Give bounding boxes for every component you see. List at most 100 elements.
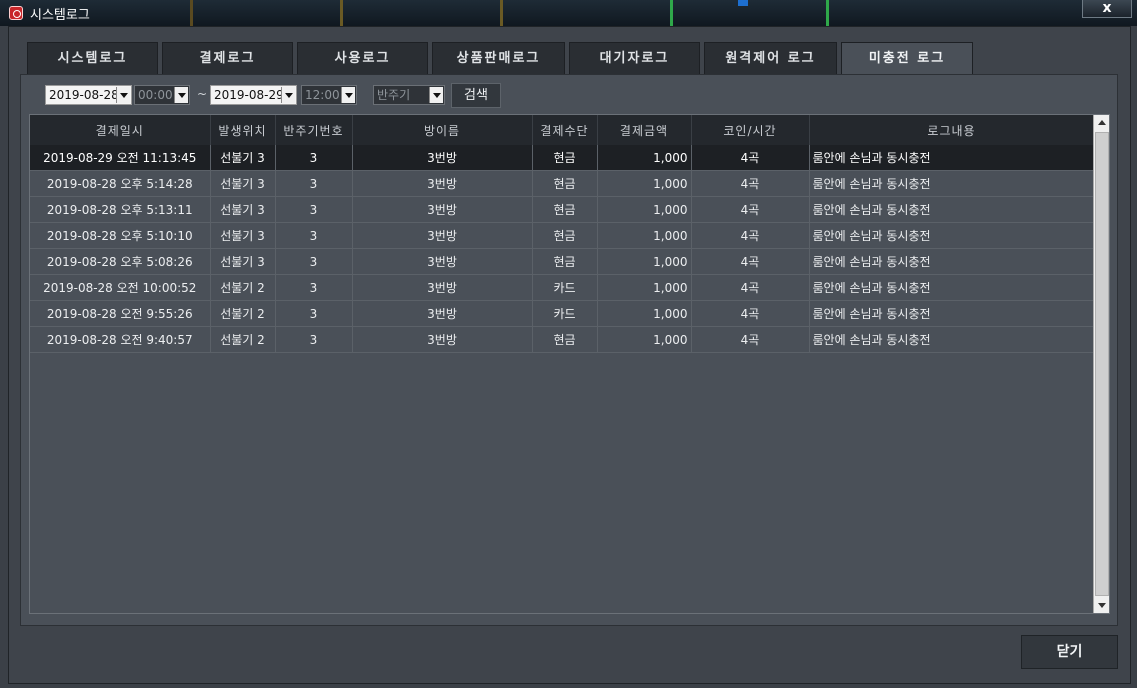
cell-datetime: 2019-08-28 오전 9:40:57 xyxy=(30,326,211,353)
end-time-picker[interactable]: 12:00 xyxy=(301,85,357,105)
tab-remote-control-log[interactable]: 원격제어 로그 xyxy=(704,42,837,74)
background-stripe xyxy=(340,0,343,26)
column-header-coin-time[interactable]: 코인/시간 xyxy=(691,115,810,145)
cell-booth-number: 3 xyxy=(275,274,353,301)
table-row[interactable]: 2019-08-29 오전 11:13:45 선불기 3 3 3번방 현금 1,… xyxy=(30,145,1095,171)
tab-product-sales-log[interactable]: 상품판매로그 xyxy=(432,42,565,74)
search-button[interactable]: 검색 xyxy=(451,83,501,108)
table-row[interactable]: 2019-08-28 오전 9:40:57 선불기 2 3 3번방 현금 1,0… xyxy=(30,326,1095,353)
cell-coin-time: 4곡 xyxy=(691,170,810,197)
start-time-picker[interactable]: 00:00 xyxy=(134,85,190,105)
cell-location: 선불기 2 xyxy=(210,300,276,327)
start-date-value: 2019-08-28 xyxy=(49,88,119,102)
background-stripe xyxy=(190,0,193,26)
start-date-picker[interactable]: 2019-08-28 xyxy=(45,85,132,105)
cell-room-name: 3번방 xyxy=(352,170,533,197)
cell-room-name: 3번방 xyxy=(352,145,533,171)
date-range-separator: ~ xyxy=(197,87,208,101)
table-row[interactable]: 2019-08-28 오후 5:10:10 선불기 3 3 3번방 현금 1,0… xyxy=(30,222,1095,249)
end-date-value: 2019-08-29 xyxy=(214,88,284,102)
cell-log-content: 룸안에 손님과 동시충전 xyxy=(809,196,1095,223)
cell-amount: 1,000 xyxy=(597,326,692,353)
cell-coin-time: 4곡 xyxy=(691,326,810,353)
cell-coin-time: 4곡 xyxy=(691,248,810,275)
cell-log-content: 룸안에 손님과 동시충전 xyxy=(809,274,1095,301)
cell-coin-time: 4곡 xyxy=(691,300,810,327)
scroll-down-icon[interactable] xyxy=(1094,597,1109,613)
background-stripe xyxy=(670,0,673,26)
cell-coin-time: 4곡 xyxy=(691,145,810,171)
cell-datetime: 2019-08-28 오후 5:13:11 xyxy=(30,196,211,223)
background-stripe xyxy=(826,0,829,26)
cell-location: 선불기 3 xyxy=(210,248,276,275)
background-stripe xyxy=(738,0,748,6)
window-close-button[interactable]: x xyxy=(1082,0,1132,18)
close-button[interactable]: 닫기 xyxy=(1021,635,1118,669)
cell-log-content: 룸안에 손님과 동시충전 xyxy=(809,248,1095,275)
chevron-down-icon[interactable] xyxy=(281,87,295,103)
vertical-scrollbar[interactable] xyxy=(1093,115,1109,613)
column-header-amount[interactable]: 결제금액 xyxy=(597,115,692,145)
table-header-row: 결제일시 발생위치 반주기번호 방이름 결제수단 결제금액 코인/시간 로그내용 xyxy=(30,115,1095,145)
scrollbar-thumb[interactable] xyxy=(1095,132,1109,596)
cell-room-name: 3번방 xyxy=(352,196,533,223)
cell-location: 선불기 3 xyxy=(210,222,276,249)
chevron-down-icon[interactable] xyxy=(116,87,130,103)
cell-coin-time: 4곡 xyxy=(691,274,810,301)
cell-booth-number: 3 xyxy=(275,300,353,327)
table-row[interactable]: 2019-08-28 오전 9:55:26 선불기 2 3 3번방 카드 1,0… xyxy=(30,300,1095,327)
booth-select[interactable]: 반주기 xyxy=(373,85,445,105)
cell-log-content: 룸안에 손님과 동시충전 xyxy=(809,145,1095,171)
chevron-down-icon[interactable] xyxy=(174,87,188,103)
cell-amount: 1,000 xyxy=(597,170,692,197)
cell-location: 선불기 3 xyxy=(210,170,276,197)
start-time-value: 00:00 xyxy=(138,88,173,102)
cell-amount: 1,000 xyxy=(597,300,692,327)
cell-payment-method: 현금 xyxy=(532,170,598,197)
cell-amount: 1,000 xyxy=(597,248,692,275)
cell-booth-number: 3 xyxy=(275,145,353,171)
column-header-log-content[interactable]: 로그내용 xyxy=(809,115,1095,145)
cell-room-name: 3번방 xyxy=(352,274,533,301)
end-time-value: 12:00 xyxy=(305,88,340,102)
tab-waiting-log[interactable]: 대기자로그 xyxy=(569,42,700,74)
cell-coin-time: 4곡 xyxy=(691,196,810,223)
cell-amount: 1,000 xyxy=(597,222,692,249)
end-date-picker[interactable]: 2019-08-29 xyxy=(210,85,297,105)
column-header-booth-number[interactable]: 반주기번호 xyxy=(275,115,353,145)
cell-booth-number: 3 xyxy=(275,222,353,249)
cell-datetime: 2019-08-28 오후 5:08:26 xyxy=(30,248,211,275)
cell-booth-number: 3 xyxy=(275,170,353,197)
tab-payment-log[interactable]: 결제로그 xyxy=(162,42,293,74)
column-header-payment-datetime[interactable]: 결제일시 xyxy=(30,115,211,145)
window-title: 시스템로그 xyxy=(30,8,90,23)
table-row[interactable]: 2019-08-28 오후 5:08:26 선불기 3 3 3번방 현금 1,0… xyxy=(30,248,1095,275)
cell-log-content: 룸안에 손님과 동시충전 xyxy=(809,170,1095,197)
log-table: 결제일시 발생위치 반주기번호 방이름 결제수단 결제금액 코인/시간 로그내용… xyxy=(29,114,1110,614)
background-stripe xyxy=(500,0,503,26)
tab-uncharged-log[interactable]: 미충전 로그 xyxy=(841,42,973,75)
tab-system-log[interactable]: 시스템로그 xyxy=(27,42,158,74)
column-header-location[interactable]: 발생위치 xyxy=(210,115,276,145)
cell-location: 선불기 3 xyxy=(210,196,276,223)
cell-datetime: 2019-08-29 오전 11:13:45 xyxy=(30,145,211,171)
cell-payment-method: 현금 xyxy=(532,222,598,249)
chevron-down-icon[interactable] xyxy=(341,87,355,103)
column-header-room-name[interactable]: 방이름 xyxy=(352,115,533,145)
cell-booth-number: 3 xyxy=(275,196,353,223)
table-row[interactable]: 2019-08-28 오후 5:13:11 선불기 3 3 3번방 현금 1,0… xyxy=(30,196,1095,223)
cell-payment-method: 현금 xyxy=(532,326,598,353)
column-header-payment-method[interactable]: 결제수단 xyxy=(532,115,598,145)
table-row[interactable]: 2019-08-28 오전 10:00:52 선불기 2 3 3번방 카드 1,… xyxy=(30,274,1095,301)
cell-payment-method: 카드 xyxy=(532,300,598,327)
cell-payment-method: 현금 xyxy=(532,145,598,171)
cell-payment-method: 현금 xyxy=(532,196,598,223)
table-row[interactable]: 2019-08-28 오후 5:14:28 선불기 3 3 3번방 현금 1,0… xyxy=(30,170,1095,197)
chevron-down-icon[interactable] xyxy=(429,87,443,103)
booth-select-value: 반주기 xyxy=(377,88,411,102)
cell-payment-method: 현금 xyxy=(532,248,598,275)
cell-coin-time: 4곡 xyxy=(691,222,810,249)
scroll-up-icon[interactable] xyxy=(1094,115,1109,131)
tab-usage-log[interactable]: 사용로그 xyxy=(297,42,428,74)
cell-datetime: 2019-08-28 오전 10:00:52 xyxy=(30,274,211,301)
